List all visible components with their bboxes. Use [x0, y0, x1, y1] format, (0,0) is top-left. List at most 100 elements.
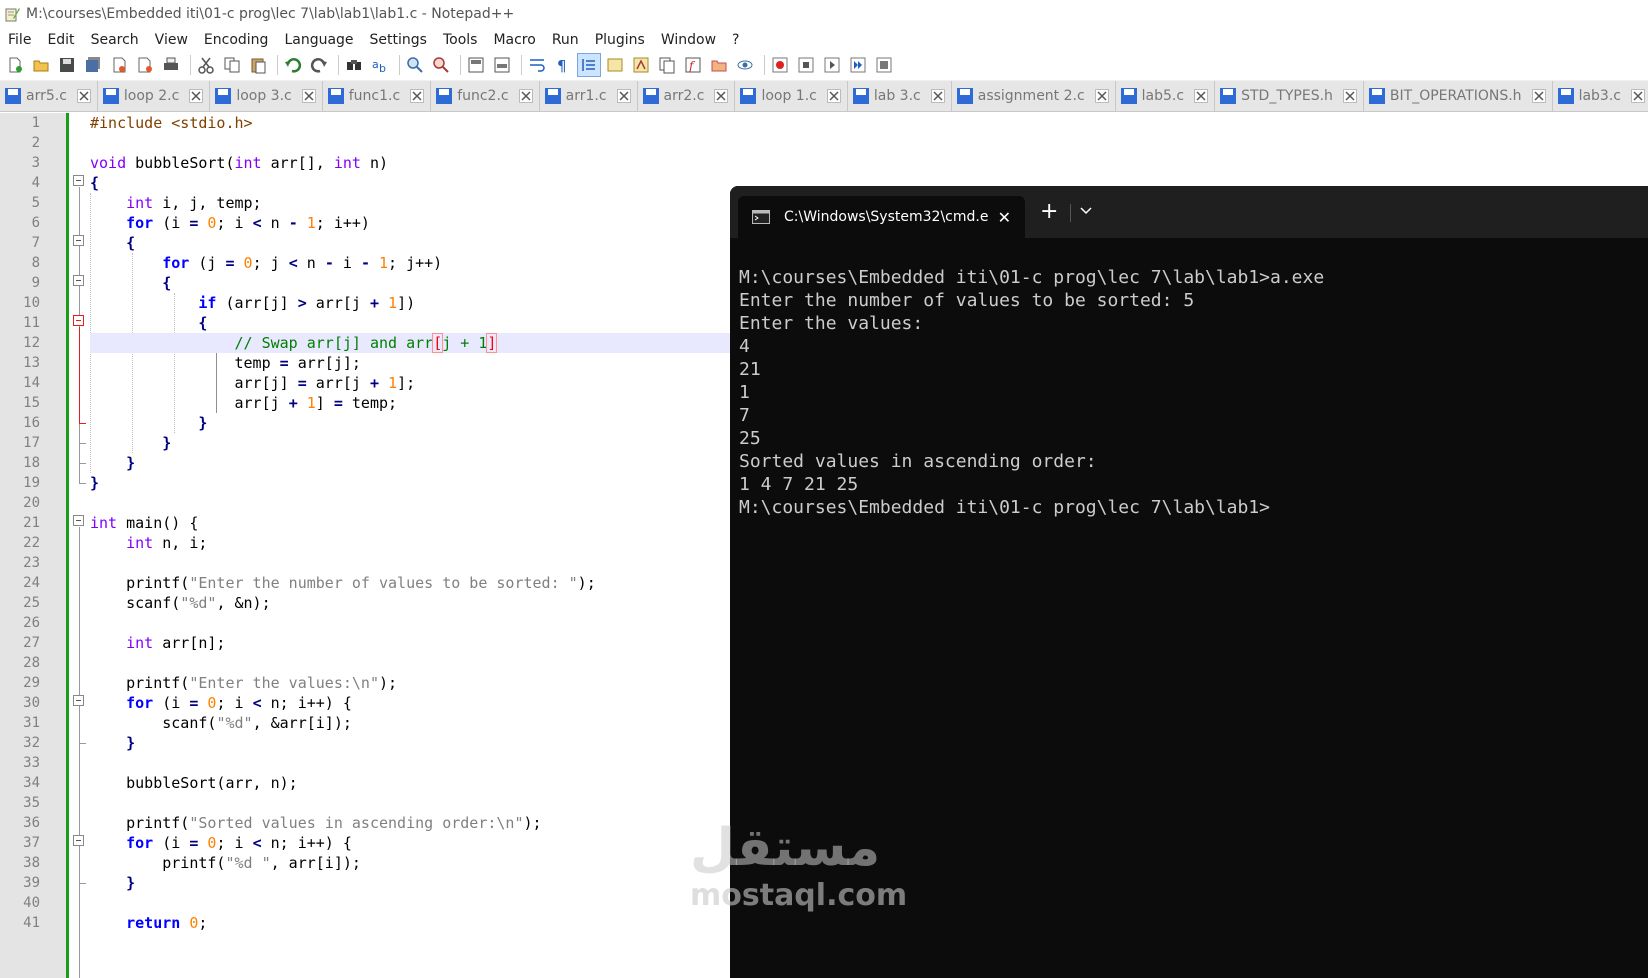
save-all-icon[interactable] [82, 54, 104, 76]
line-number: 3 [31, 155, 40, 171]
undo-icon[interactable] [282, 54, 304, 76]
redo-icon[interactable] [308, 54, 330, 76]
menu-tools[interactable]: Tools [435, 28, 486, 52]
tab-lab3-space[interactable]: lab 3.c [847, 81, 952, 111]
fold-toggle-icon[interactable] [73, 315, 84, 326]
show-all-chars-icon[interactable]: ¶ [552, 54, 574, 76]
print-icon[interactable] [160, 54, 182, 76]
close-icon[interactable] [1630, 89, 1645, 103]
folder-icon[interactable] [708, 54, 730, 76]
toolbar-separator [277, 55, 278, 75]
tab-loop3[interactable]: loop 3.c [210, 81, 323, 111]
close-icon[interactable] [1342, 89, 1357, 103]
close-all-icon[interactable] [134, 54, 156, 76]
menu-view[interactable]: View [147, 28, 196, 52]
save-macro-icon[interactable] [873, 54, 895, 76]
function-list-icon[interactable] [630, 54, 652, 76]
find-icon[interactable] [343, 54, 365, 76]
copy-icon[interactable] [221, 54, 243, 76]
open-file-icon[interactable] [30, 54, 52, 76]
terminal-titlebar[interactable]: C:\Windows\System32\cmd.e ✕ + [730, 186, 1648, 238]
code-line-current: // Swap arr[j] and arr[j + 1] [90, 333, 750, 353]
cut-icon[interactable] [195, 54, 217, 76]
close-icon[interactable]: ✕ [998, 208, 1011, 227]
new-tab-button[interactable]: + [1040, 200, 1058, 224]
close-icon[interactable] [301, 89, 316, 103]
tab-lab5[interactable]: lab5.c [1115, 81, 1216, 111]
menu-encoding[interactable]: Encoding [196, 28, 277, 52]
menu-settings[interactable]: Settings [362, 28, 435, 52]
sync-horizontal-icon[interactable] [491, 54, 513, 76]
paste-icon[interactable] [247, 54, 269, 76]
close-icon[interactable] [1094, 89, 1109, 103]
close-icon[interactable] [714, 89, 729, 103]
replace-icon[interactable]: ab [369, 54, 391, 76]
indent-guide-icon[interactable] [577, 53, 601, 77]
menu-edit[interactable]: Edit [39, 28, 82, 52]
fold-toggle-icon[interactable] [73, 175, 84, 186]
run-macro-multiple-icon[interactable] [847, 54, 869, 76]
close-icon[interactable] [518, 89, 533, 103]
close-icon[interactable] [616, 89, 631, 103]
zoom-in-icon[interactable] [404, 54, 426, 76]
tab-func1[interactable]: func1.c [322, 81, 432, 111]
line-number: 17 [23, 435, 40, 451]
tab-assignment2[interactable]: assignment 2.c [951, 81, 1116, 111]
close-icon[interactable] [1194, 89, 1209, 103]
folder-workspace-icon[interactable] [656, 54, 678, 76]
saved-disk-icon [956, 88, 973, 104]
menu-file[interactable]: File [0, 28, 39, 52]
tab-std-types[interactable]: STD_TYPES.h [1215, 81, 1364, 111]
tab-arr2[interactable]: arr2.c [637, 81, 736, 111]
saved-disk-icon [1220, 88, 1237, 104]
tab-label: arr5.c [26, 88, 67, 104]
tab-bit-operations[interactable]: BIT_OPERATIONS.h [1363, 81, 1553, 111]
code-area[interactable]: #include <stdio.h> void bubbleSort(int a… [90, 113, 760, 978]
line-number: 1 [31, 115, 40, 131]
tab-lab3[interactable]: lab3.c [1552, 81, 1648, 111]
tab-arr5[interactable]: arr5.c [0, 81, 98, 111]
close-icon[interactable] [930, 89, 945, 103]
window-titlebar[interactable]: M:\courses\Embedded iti\01-c prog\lec 7\… [0, 0, 1648, 28]
menu-plugins[interactable]: Plugins [587, 28, 653, 52]
monitoring-eye-icon[interactable] [734, 54, 756, 76]
code-editor[interactable]: 1 2 3 4 5 6 7 8 9 10 11 12 13 14 15 16 1… [0, 113, 760, 978]
menu-help[interactable]: ? [724, 28, 747, 52]
fold-toggle-icon[interactable] [73, 695, 84, 706]
close-icon[interactable] [410, 89, 425, 103]
close-icon[interactable] [76, 89, 91, 103]
menu-language[interactable]: Language [276, 28, 361, 52]
close-file-icon[interactable] [108, 54, 130, 76]
close-icon[interactable] [189, 89, 204, 103]
fold-toggle-icon[interactable] [73, 235, 84, 246]
code-line: { [90, 234, 136, 252]
function-icon[interactable]: f [682, 54, 704, 76]
menu-run[interactable]: Run [544, 28, 587, 52]
terminal-tab-title: C:\Windows\System32\cmd.e [784, 209, 989, 225]
tab-loop1[interactable]: loop 1.c [735, 81, 848, 111]
terminal-output[interactable]: M:\courses\Embedded iti\01-c prog\lec 7\… [739, 266, 1639, 519]
close-icon[interactable] [826, 89, 841, 103]
new-file-icon[interactable] [4, 54, 26, 76]
menu-macro[interactable]: Macro [485, 28, 543, 52]
record-macro-icon[interactable] [769, 54, 791, 76]
terminal-tab[interactable]: C:\Windows\System32\cmd.e ✕ [738, 196, 1025, 238]
sync-vertical-icon[interactable] [465, 54, 487, 76]
menu-window[interactable]: Window [653, 28, 724, 52]
tab-arr1[interactable]: arr1.c [539, 81, 638, 111]
stop-macro-icon[interactable] [795, 54, 817, 76]
fold-toggle-icon[interactable] [73, 275, 84, 286]
tab-label: lab3.c [1578, 88, 1621, 104]
fold-toggle-icon[interactable] [73, 835, 84, 846]
chevron-down-icon[interactable] [1078, 202, 1094, 218]
word-wrap-icon[interactable] [526, 54, 548, 76]
close-icon[interactable] [1531, 89, 1546, 103]
play-macro-icon[interactable] [821, 54, 843, 76]
menu-search[interactable]: Search [83, 28, 147, 52]
doc-map-icon[interactable] [604, 54, 626, 76]
fold-toggle-icon[interactable] [73, 515, 84, 526]
zoom-out-icon[interactable] [430, 54, 452, 76]
tab-func2[interactable]: func2.c [431, 81, 540, 111]
save-icon[interactable] [56, 54, 78, 76]
tab-loop2[interactable]: loop 2.c [97, 81, 211, 111]
